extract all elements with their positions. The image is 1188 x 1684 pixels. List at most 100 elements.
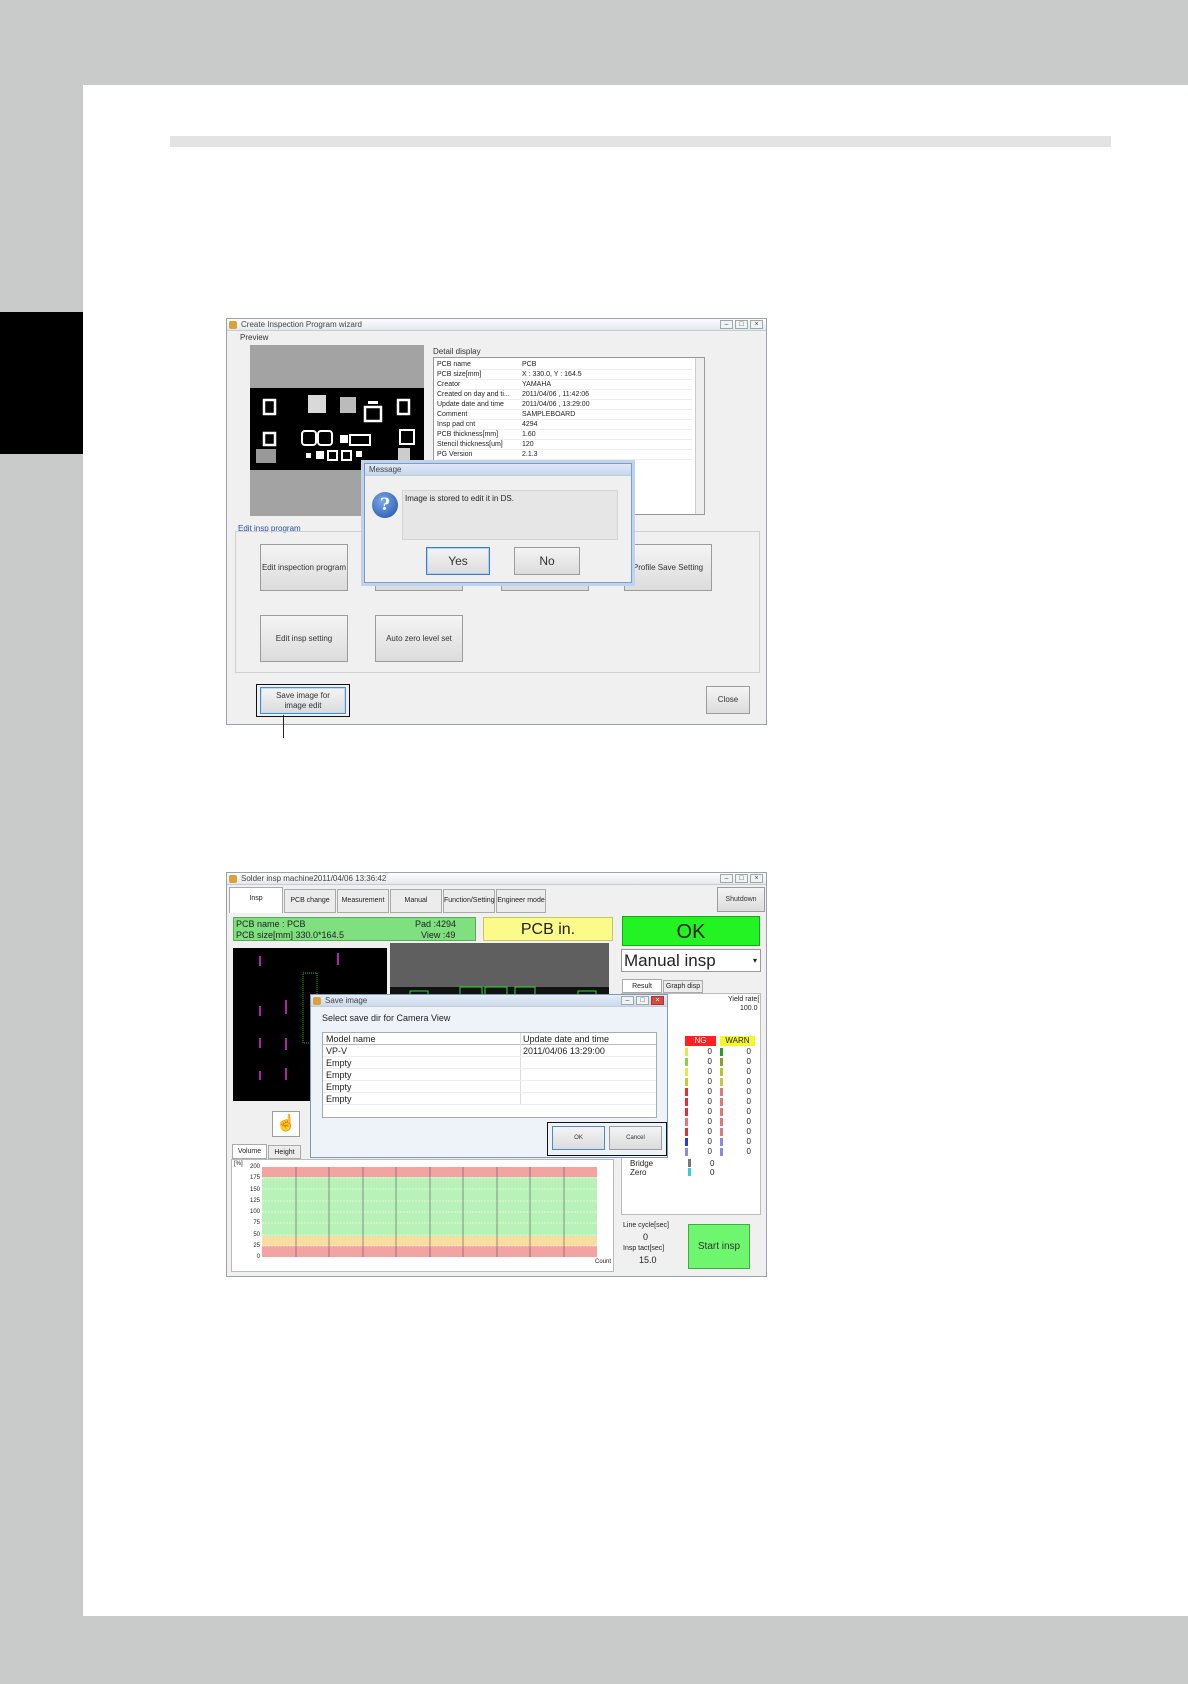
tab-engineer-mode[interactable]: Engineer mode [496, 889, 546, 913]
insp-tact-label: Insp tact[sec] [623, 1245, 665, 1252]
color-swatch [720, 1048, 723, 1056]
result-panel: OK [622, 916, 760, 946]
insp-tact-value: 15.0 [639, 1255, 657, 1265]
detail-key: Update date and time [437, 401, 504, 408]
model-row[interactable]: Empty [323, 1093, 656, 1105]
warn-cell: 0 [720, 1107, 755, 1117]
auto-zero-level-set-button[interactable]: Auto zero level set [375, 615, 463, 662]
count-value: 0 [707, 1067, 712, 1076]
warn-header: WARN [720, 1036, 755, 1046]
color-swatch [720, 1098, 723, 1106]
detail-key: PG Version [437, 451, 473, 458]
tab-pcb-change[interactable]: PCB change [284, 889, 336, 913]
maximize-button[interactable]: □ [735, 874, 748, 883]
warn-cell: 0 [720, 1047, 755, 1057]
ng-cell: 0 [685, 1057, 716, 1067]
model-row[interactable]: Empty [323, 1081, 656, 1093]
color-swatch [720, 1078, 723, 1086]
line-cycle-label: Line cycle[sec] [623, 1222, 669, 1229]
warn-cell: 0 [720, 1137, 755, 1147]
detail-value: 120 [522, 441, 534, 448]
message-text: Image is stored to edit it in DS. [405, 494, 514, 503]
close-window-button[interactable]: × [750, 320, 763, 329]
y-tick-label: 150 [249, 1186, 260, 1193]
edit-insp-setting-button[interactable]: Edit insp setting [260, 615, 348, 662]
profile-save-setting-button[interactable]: Profile Save Setting [624, 544, 712, 591]
chapter-tab [0, 312, 83, 454]
save-image-for-image-edit-button[interactable]: Save image for image edit [260, 687, 346, 714]
model-name: Empty [326, 1094, 352, 1104]
minimize-button[interactable]: – [720, 874, 733, 883]
status-panel: PCB in. [483, 917, 613, 941]
model-row[interactable]: Empty [323, 1057, 656, 1069]
detail-value: 2011/04/06 , 13:29:00 [522, 401, 590, 408]
count-value: 0 [707, 1107, 712, 1116]
color-swatch [720, 1148, 723, 1156]
model-row[interactable]: Empty [323, 1069, 656, 1081]
yes-button[interactable]: Yes [426, 547, 490, 575]
ng-cell: 0 [685, 1077, 716, 1087]
detail-display-label: Detail display [433, 347, 481, 356]
color-swatch [685, 1088, 688, 1096]
color-swatch [685, 1118, 688, 1126]
count-value: 0 [707, 1047, 712, 1056]
model-row[interactable]: VP-V 2011/04/06 13:29:00 [323, 1045, 656, 1057]
color-swatch [685, 1068, 688, 1076]
detail-value: YAMAHA [522, 381, 552, 388]
wizard-title: Create Inspection Program wizard [241, 320, 362, 329]
model-list: Model name Update date and time VP-V 2011… [322, 1032, 657, 1118]
maximize-button[interactable]: □ [636, 996, 649, 1005]
warn-cell: 0 [720, 1057, 755, 1067]
ng-cell: 0 [685, 1067, 716, 1077]
color-swatch [720, 1068, 723, 1076]
message-title: Message [369, 465, 402, 474]
cancel-button[interactable]: Cancel [609, 1126, 662, 1150]
close-window-button[interactable]: × [750, 874, 763, 883]
tab-volume[interactable]: Volume [232, 1144, 267, 1159]
zero-value: 0 [710, 1168, 715, 1177]
tab-result[interactable]: Result [622, 979, 662, 993]
no-button[interactable]: No [514, 547, 580, 575]
graph-plot [262, 1167, 597, 1257]
tab-measurement[interactable]: Measurement [337, 889, 389, 913]
tab-height[interactable]: Height [268, 1145, 301, 1159]
zero-label: Zero [630, 1168, 647, 1177]
ng-cell: 0 [685, 1147, 716, 1157]
detail-scrollbar[interactable] [695, 358, 704, 514]
minimize-button[interactable]: – [720, 320, 733, 329]
detail-value: SAMPLEBOARD [522, 411, 576, 418]
color-swatch [685, 1048, 688, 1056]
wizard-close-button[interactable]: Close [706, 686, 750, 714]
header-rule [170, 136, 1111, 147]
detail-value: PCB [522, 361, 537, 368]
question-icon: ? [372, 492, 398, 518]
tab-function-setting[interactable]: Function/Setting [443, 889, 495, 913]
model-name: VP-V [326, 1046, 348, 1056]
app-icon [313, 997, 321, 1005]
ng-cell: 0 [685, 1117, 716, 1127]
page-background [83, 85, 1188, 1616]
tab-insp[interactable]: Insp [229, 887, 283, 913]
warn-cell: 0 [720, 1077, 755, 1087]
count-value: 0 [707, 1127, 712, 1136]
detail-row: PCB size[mm] X : 330.0, Y : 164.5 [437, 370, 692, 380]
close-window-button[interactable]: × [651, 996, 664, 1005]
tab-manual-operation[interactable]: Manual operation [390, 889, 442, 926]
message-text-area: Image is stored to edit it in DS. [402, 490, 618, 540]
shutdown-button[interactable]: Shutdown [717, 887, 765, 912]
hand-pointer-button[interactable]: ☝ [272, 1111, 300, 1137]
ok-button[interactable]: OK [552, 1126, 605, 1150]
y-tick-label: 25 [253, 1242, 260, 1249]
model-name: Empty [326, 1070, 352, 1080]
count-value: 0 [746, 1067, 751, 1076]
tab-graph-disp[interactable]: Graph disp [663, 980, 703, 993]
maximize-button[interactable]: □ [735, 320, 748, 329]
edit-inspection-program-button[interactable]: Edit inspection program [260, 544, 348, 591]
ng-cell: 0 [685, 1107, 716, 1117]
bridge-value: 0 [710, 1159, 715, 1168]
start-insp-button[interactable]: Start insp [688, 1224, 750, 1269]
volume-graph: [%] 200 175 150 125 100 75 50 25 0 Count [231, 1159, 614, 1272]
mode-select[interactable]: Manual insp ▾ [621, 949, 761, 972]
pad-count: Pad :4294 [415, 919, 457, 929]
minimize-button[interactable]: – [621, 996, 634, 1005]
